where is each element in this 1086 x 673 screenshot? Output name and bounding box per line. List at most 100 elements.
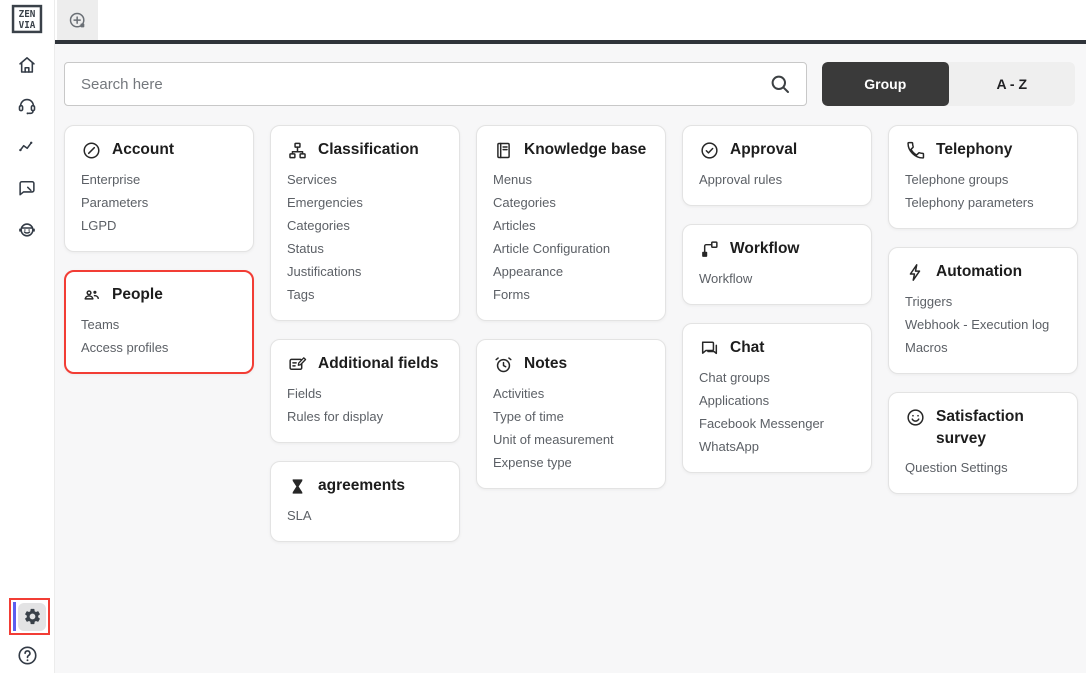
card-item-parameters[interactable]: Parameters — [81, 191, 237, 214]
card-item-facebook-messenger[interactable]: Facebook Messenger — [699, 412, 855, 435]
card-column-5: Telephony Telephone groups Telephony para… — [888, 125, 1078, 495]
card-item-justifications[interactable]: Justifications — [287, 260, 443, 283]
card-item-list: Menus Categories Articles Article Configura… — [493, 168, 649, 306]
card-title: Workflow — [730, 240, 800, 257]
settings-card-satisfaction-survey: Satisfaction survey Question Settings — [888, 392, 1078, 495]
card-title: Knowledge base — [524, 141, 647, 158]
card-item-expense-type[interactable]: Expense type — [493, 451, 649, 474]
card-header: People — [81, 284, 237, 306]
card-title: Approval — [730, 141, 798, 158]
new-tab-button[interactable] — [57, 0, 98, 40]
card-item-list: SLA — [287, 504, 443, 527]
card-item-list: Workflow — [699, 267, 855, 290]
settings-card-additional-fields: Additional fields Fields Rules for displa… — [270, 339, 460, 443]
lightning-icon — [905, 262, 926, 283]
card-item-lgpd[interactable]: LGPD — [81, 214, 237, 237]
activity-icon[interactable] — [16, 136, 38, 158]
search-box[interactable] — [64, 62, 807, 106]
card-item-access-profiles[interactable]: Access profiles — [81, 336, 237, 359]
card-item-list: Fields Rules for display — [287, 382, 443, 428]
card-title: Notes — [524, 355, 568, 372]
card-header: Telephony — [905, 139, 1061, 161]
svg-text:VIA: VIA — [19, 20, 36, 31]
card-item-macros[interactable]: Macros — [905, 336, 1061, 359]
main-area: Group A - Z Account EnterpriseParameters… — [55, 0, 1086, 673]
card-item-menus[interactable]: Menus — [493, 168, 649, 191]
classification-icon — [287, 140, 308, 161]
sidebar-nav — [16, 54, 38, 240]
card-item-article-configuration[interactable]: Article Configuration — [493, 237, 649, 260]
card-item-services[interactable]: Services — [287, 168, 443, 191]
settings-cards-grid: Account Enterprise Parameters LGPD People … — [64, 125, 1078, 542]
card-header: agreements — [287, 475, 443, 497]
bot-icon[interactable] — [16, 218, 38, 240]
card-item-emergencies[interactable]: Emergencies — [287, 191, 443, 214]
card-item-forms[interactable]: Forms — [493, 283, 649, 306]
card-item-enterprise[interactable]: Enterprise — [81, 168, 237, 191]
card-item-triggers[interactable]: Triggers — [905, 290, 1061, 313]
card-title: Additional fields — [318, 355, 439, 372]
card-item-type-of-time[interactable]: Type of time — [493, 405, 649, 428]
settings-card-telephony: Telephony Telephone groups Telephony para… — [888, 125, 1078, 229]
card-item-articles[interactable]: Articles — [493, 214, 649, 237]
smiley-icon — [905, 407, 926, 428]
icon-sidebar: ZEN VIA — [0, 0, 55, 673]
active-item-indicator — [13, 602, 16, 631]
help-icon[interactable] — [16, 644, 39, 667]
group-view-button[interactable]: Group — [822, 62, 949, 106]
card-item-teams[interactable]: Teams — [81, 313, 237, 336]
card-item-status[interactable]: Status — [287, 237, 443, 260]
additional-fields-icon — [287, 354, 308, 375]
card-header: Workflow — [699, 238, 855, 260]
headset-icon[interactable] — [16, 95, 38, 117]
card-item-chat-groups[interactable]: Chat groups — [699, 366, 855, 389]
gear-icon — [23, 607, 42, 626]
people-icon — [81, 285, 102, 306]
search-input[interactable] — [79, 74, 768, 94]
settings-button[interactable] — [18, 602, 46, 631]
card-title: Chat — [730, 339, 765, 356]
card-item-list: Question Settings — [905, 456, 1061, 479]
card-header: Approval — [699, 139, 855, 161]
card-item-approval-rules[interactable]: Approval rules — [699, 168, 855, 191]
card-item-rules-for-display[interactable]: Rules for display — [287, 405, 443, 428]
settings-card-chat: Chat Chat groups Applications Facebook Mes… — [682, 323, 872, 473]
card-item-categories[interactable]: Categories — [493, 191, 649, 214]
card-item-appearance[interactable]: Appearance — [493, 260, 649, 283]
card-item-tags[interactable]: Tags — [287, 283, 443, 306]
card-item-unit-of-measurement[interactable]: Unit of measurement — [493, 428, 649, 451]
card-item-applications[interactable]: Applications — [699, 389, 855, 412]
card-header: Knowledge base — [493, 139, 649, 161]
chat-icon[interactable] — [16, 177, 38, 199]
card-header: Notes — [493, 353, 649, 375]
card-item-question-settings[interactable]: Question Settings — [905, 456, 1061, 479]
card-item-sla[interactable]: SLA — [287, 504, 443, 527]
home-icon[interactable] — [16, 54, 38, 76]
card-title: Automation — [936, 263, 1023, 280]
settings-highlight-annotation — [9, 598, 50, 635]
settings-card-workflow: Workflow Workflow — [682, 224, 872, 305]
card-item-workflow[interactable]: Workflow — [699, 267, 855, 290]
card-column-2: Classification Services Emergencies Catego… — [270, 125, 460, 542]
magnifier-icon[interactable] — [768, 72, 792, 96]
az-view-button[interactable]: A - Z — [949, 62, 1076, 106]
zenvia-logo-icon[interactable]: ZEN VIA — [9, 4, 45, 34]
svg-text:ZEN: ZEN — [19, 9, 36, 20]
settings-card-notes: Notes Activities Type of time Unit of meas… — [476, 339, 666, 489]
check-circle-icon — [699, 140, 720, 161]
settings-card-people: People Teams Access profiles — [64, 270, 254, 374]
card-item-categories[interactable]: Categories — [287, 214, 443, 237]
tab-strip — [55, 0, 1086, 40]
card-item-fields[interactable]: Fields — [287, 382, 443, 405]
plus-circle-icon — [67, 10, 88, 31]
card-header: Account — [81, 139, 237, 161]
alarm-clock-icon — [493, 354, 514, 375]
settings-card-approval: Approval Approval rules — [682, 125, 872, 206]
app-window: ZEN VIA Search here Group A - Z Account … — [0, 0, 1086, 673]
card-item-list: Teams Access profiles — [81, 313, 237, 359]
card-item-telephony-parameters[interactable]: Telephony parameters — [905, 191, 1061, 214]
card-item-activities[interactable]: Activities — [493, 382, 649, 405]
card-item-whatsapp[interactable]: WhatsApp — [699, 435, 855, 458]
card-item-webhook-execution-log[interactable]: Webhook - Execution log — [905, 313, 1061, 336]
card-item-telephone-groups[interactable]: Telephone groups — [905, 168, 1061, 191]
